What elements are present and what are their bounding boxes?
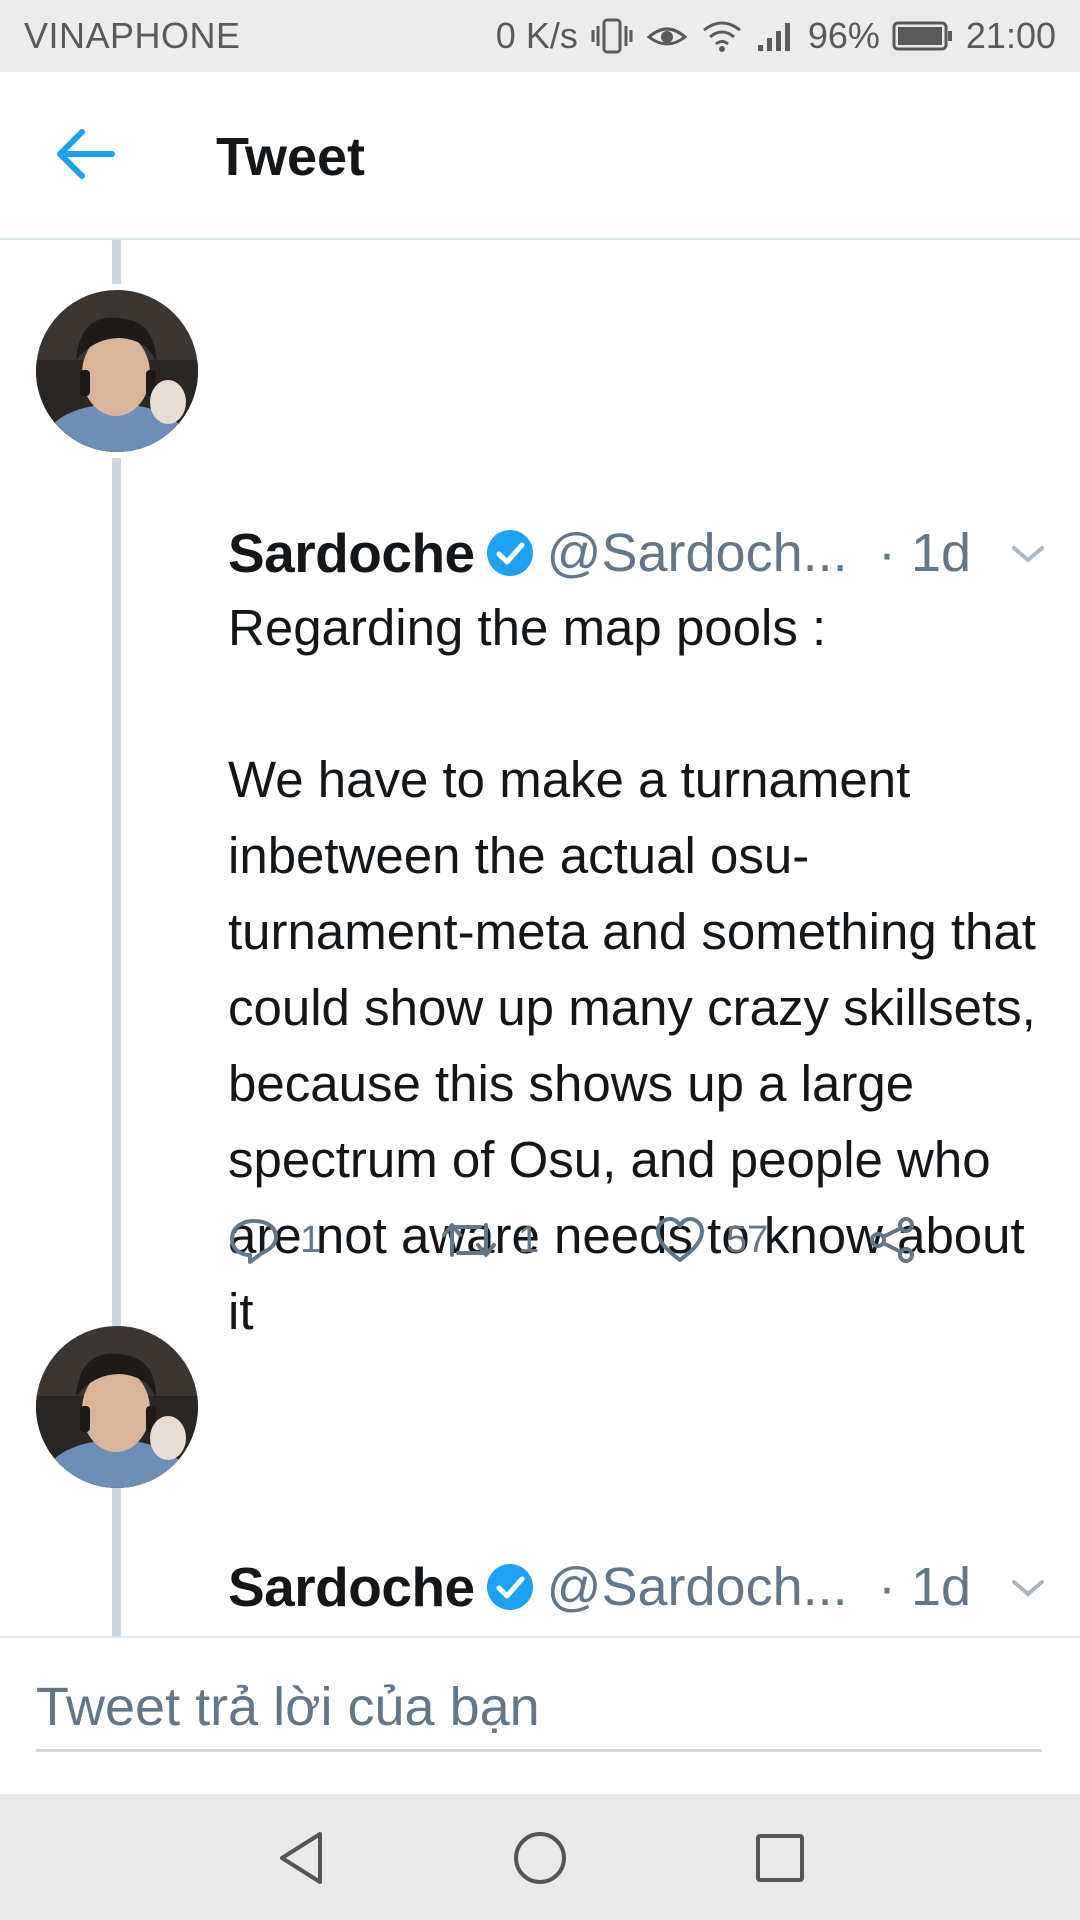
square-recents-icon bbox=[756, 1834, 804, 1882]
system-navigation-bar bbox=[0, 1794, 1080, 1920]
status-indicators: 0 K/s 96% 21:00 bbox=[496, 15, 1056, 57]
status-bar: VINAPHONE 0 K/s 96% 21:00 bbox=[0, 0, 1080, 72]
vibrate-icon bbox=[590, 16, 634, 56]
reply-button[interactable]: 1 bbox=[228, 1205, 321, 1275]
like-count: 57 bbox=[726, 1218, 769, 1261]
circle-home-icon bbox=[514, 1832, 566, 1884]
share-button[interactable] bbox=[866, 1205, 918, 1275]
clock: 21:00 bbox=[965, 15, 1056, 56]
tweet-thread[interactable]: Sardoche @Sardoch... · 1d Regarding the … bbox=[0, 240, 1080, 1636]
author-handle[interactable]: @Sardoch... bbox=[547, 1556, 848, 1618]
nav-back-button[interactable] bbox=[272, 1828, 332, 1888]
thread-connector bbox=[112, 1490, 121, 1636]
thread-connector bbox=[112, 240, 121, 284]
reply-icon bbox=[230, 1219, 278, 1264]
tweet-timestamp[interactable]: · 1d bbox=[878, 1552, 971, 1622]
tweet-actions: 1 1 57 bbox=[228, 1205, 988, 1275]
share-icon bbox=[870, 1217, 914, 1263]
author-handle[interactable]: @Sardoch... bbox=[547, 522, 848, 584]
nav-recents-button[interactable] bbox=[750, 1828, 810, 1888]
tweet-header: Sardoche @Sardoch... bbox=[228, 518, 848, 588]
battery-percent: 96% bbox=[807, 15, 880, 56]
retweet-icon bbox=[442, 1223, 496, 1257]
heart-icon bbox=[656, 1217, 704, 1262]
back-button[interactable] bbox=[50, 124, 120, 184]
reply-composer: Tweet trả lời của bạn bbox=[0, 1636, 1080, 1796]
reply-count: 1 bbox=[300, 1218, 322, 1261]
signal-icon bbox=[756, 19, 796, 53]
author-name[interactable]: Sardoche bbox=[228, 1555, 475, 1619]
eye-icon bbox=[646, 19, 688, 53]
verified-badge-icon bbox=[486, 530, 533, 576]
top-app-bar: Tweet bbox=[0, 72, 1080, 240]
avatar[interactable] bbox=[36, 290, 198, 452]
tweet-text: Regarding the scheduling problems : We a… bbox=[228, 1624, 1048, 1636]
nav-home-button[interactable] bbox=[510, 1828, 570, 1888]
reply-input[interactable]: Tweet trả lời của bạn bbox=[36, 1662, 1042, 1752]
tweet-header: Sardoche @Sardoch... bbox=[228, 1552, 848, 1622]
wifi-icon bbox=[700, 18, 744, 54]
triangle-back-icon bbox=[280, 1832, 322, 1884]
retweet-count: 1 bbox=[518, 1218, 540, 1261]
chevron-down-icon[interactable] bbox=[1010, 542, 1046, 566]
battery-icon bbox=[892, 20, 954, 52]
page-title: Tweet bbox=[216, 127, 366, 187]
carrier-name: VINAPHONE bbox=[24, 15, 241, 56]
back-arrow-icon bbox=[57, 129, 115, 179]
tweet-timestamp[interactable]: · 1d bbox=[878, 518, 971, 588]
avatar[interactable] bbox=[36, 1326, 198, 1488]
retweet-button[interactable]: 1 bbox=[440, 1205, 539, 1275]
network-speed: 0 K/s bbox=[495, 15, 578, 56]
chevron-down-icon[interactable] bbox=[1010, 1576, 1046, 1600]
author-name[interactable]: Sardoche bbox=[228, 521, 475, 585]
like-button[interactable]: 57 bbox=[654, 1205, 768, 1275]
verified-badge-icon bbox=[486, 1564, 533, 1610]
